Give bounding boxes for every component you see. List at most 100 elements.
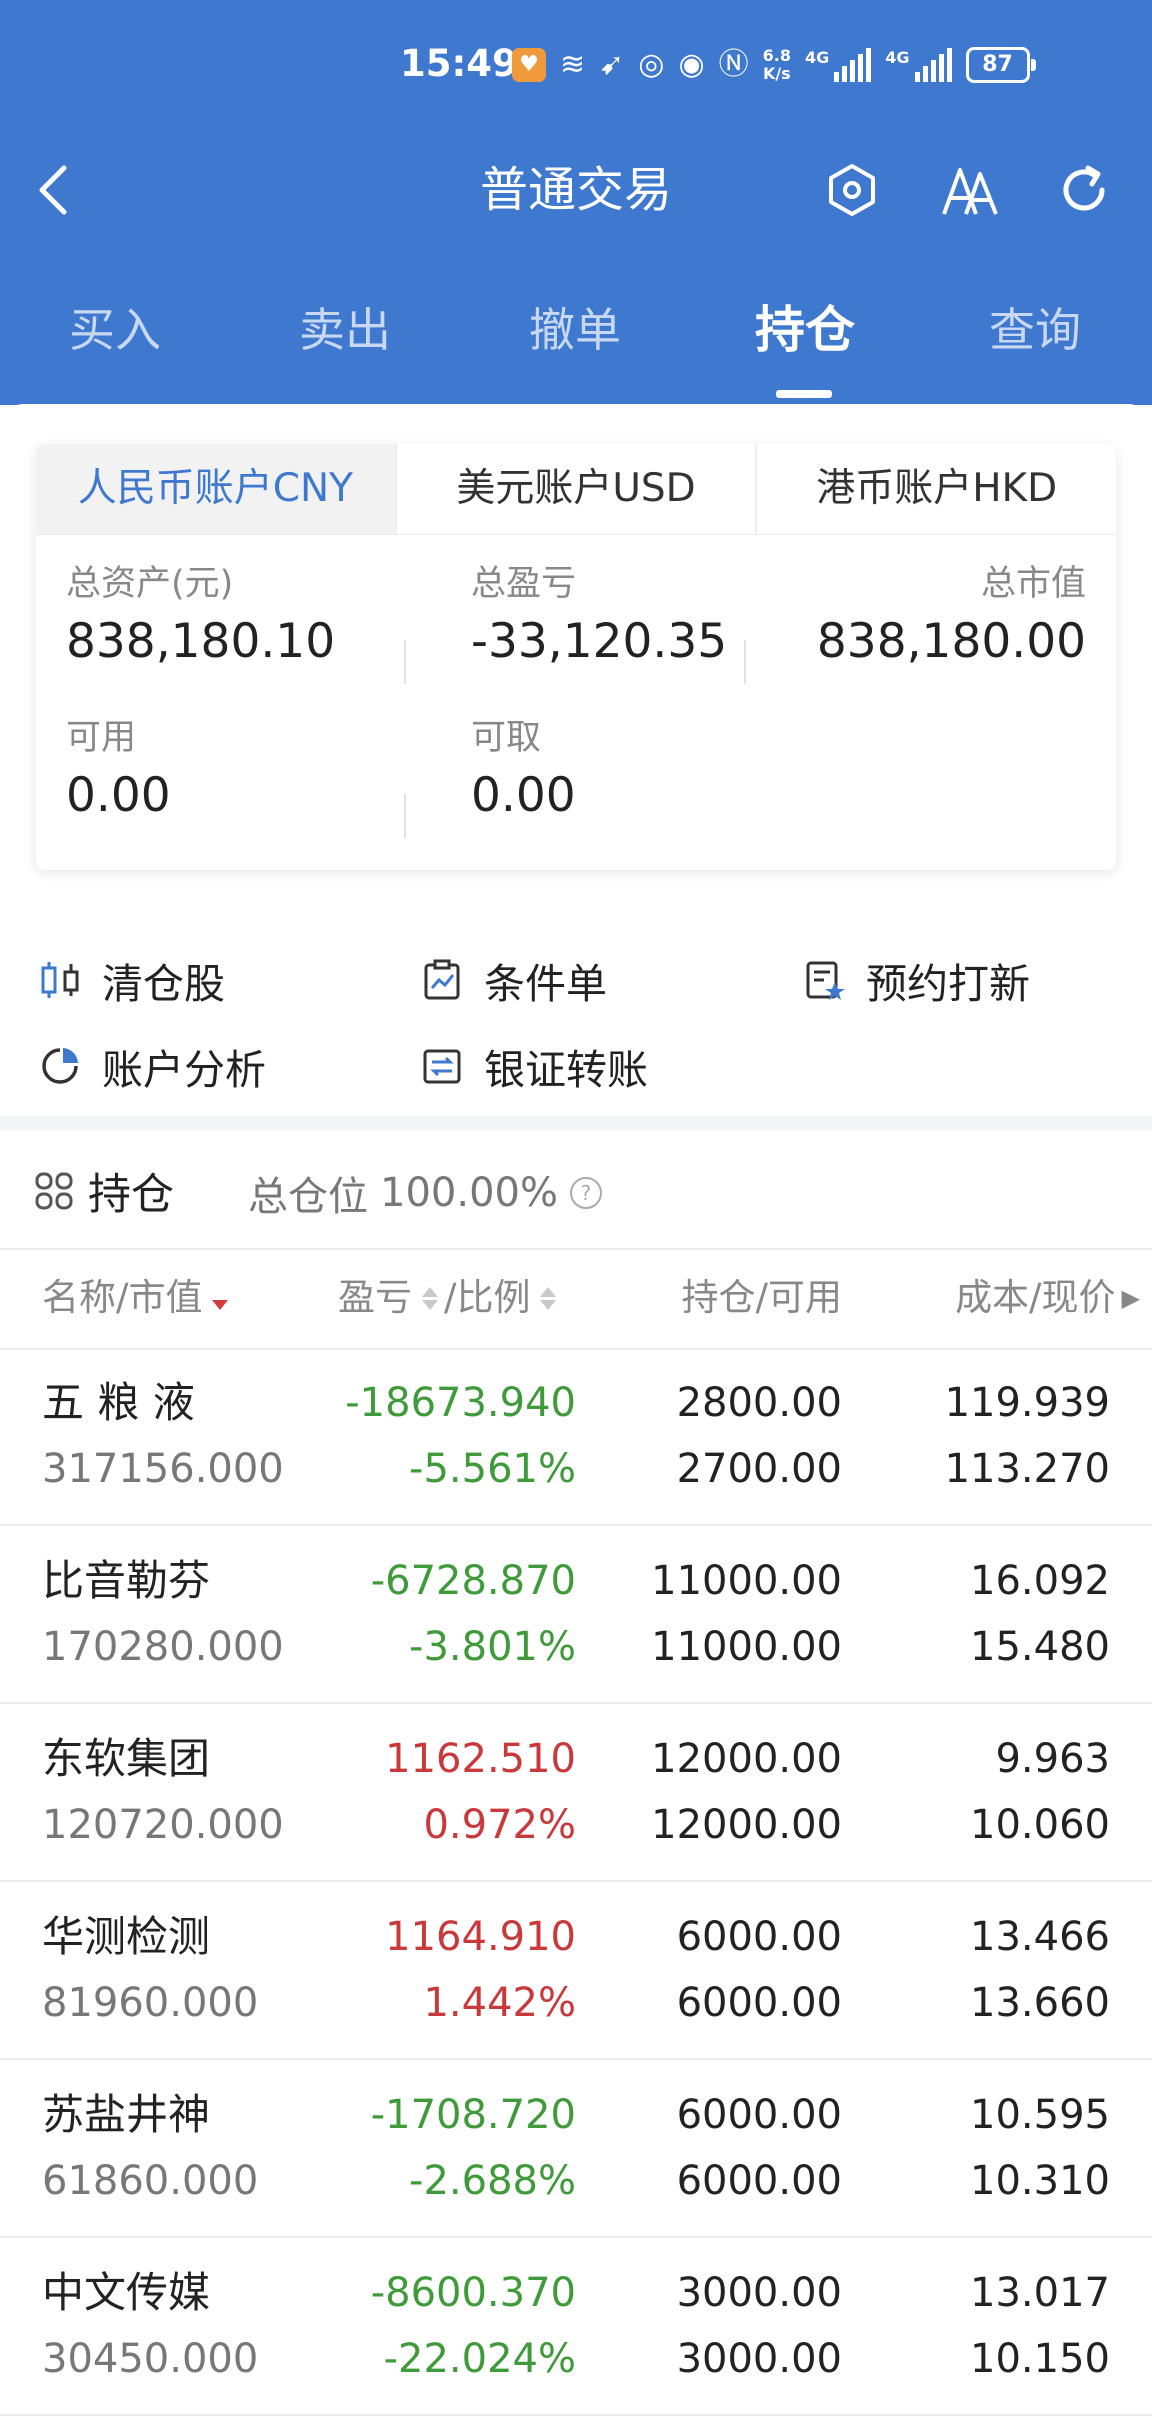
profit-loss: -8600.370 [370,2270,576,2316]
tab-cancel[interactable]: 撤单 [460,300,690,360]
column-pl-label: 盈亏 [338,1276,412,1319]
available-quantity: 3000.00 [676,2336,842,2382]
conditional-order-button[interactable]: 条件单 [420,950,607,1010]
bank-transfer-button[interactable]: 银证转账 [420,1036,648,1096]
available-quantity: 2700.00 [676,1446,842,1492]
total-position-ratio: 总仓位 100.00% ? [248,1164,602,1222]
net-speed: 6.8 K/s [763,47,791,83]
column-ratio-label: /比例 [444,1276,531,1319]
settings-hexagon-icon[interactable] [822,160,882,220]
column-cost-label: 成本/现价 [955,1276,1116,1319]
tab-query[interactable]: 查询 [920,300,1150,360]
position-row[interactable]: 五 粮 液 317156.000 -18673.940 -5.561% 2800.00 2… [0,1348,1152,1526]
column-name-market-value[interactable]: 名称/市值 [42,1276,229,1319]
total-assets: 总资产(元) 838,180.10 [66,562,335,672]
send-icon: ➹ [599,47,625,82]
available-quantity: 6000.00 [676,2158,842,2204]
current-price: 10.150 [970,2336,1110,2382]
holding-quantity: 6000.00 [676,2092,842,2138]
current-price: 10.060 [970,1802,1110,1848]
candlestick-icon [41,962,79,998]
column-cost-price[interactable]: 成本/现价 ▶ [955,1278,1140,1318]
positions-title-label: 持仓 [88,1170,174,1220]
cost-price: 119.939 [944,1380,1110,1426]
available-quantity: 11000.00 [651,1624,842,1670]
positions-list: 五 粮 液 317156.000 -18673.940 -5.561% 2800.00 2… [0,1348,1152,2416]
position-row[interactable]: 东软集团 120720.000 1162.510 0.972% 12000.00 1200… [0,1704,1152,1882]
tab-cny-account[interactable]: 人民币账户CNY [36,444,397,534]
holding-quantity: 3000.00 [676,2270,842,2316]
column-name-label: 名称/市值 [42,1276,203,1319]
cost-price: 9.963 [995,1736,1110,1782]
stock-name: 中文传媒 [42,2268,211,2317]
tab-usd-account[interactable]: 美元账户USD [397,444,758,534]
eye-icon: ◉ [678,47,705,82]
total-assets-label: 总资产(元) [66,564,234,604]
cost-price: 10.595 [970,2092,1110,2138]
net-speed-value: 6.8 [762,46,791,65]
tab-positions[interactable]: 持仓 [690,300,920,360]
position-row[interactable]: 中文传媒 30450.000 -8600.370 -22.024% 3000.00 300… [0,2238,1152,2416]
position-row[interactable]: 比音勒芬 170280.000 -6728.870 -3.801% 11000.00 11… [0,1526,1152,1704]
account-summary-card: 人民币账户CNY 美元账户USD 港币账户HKD 总资产(元) 838,180.… [36,444,1116,870]
divider [404,794,406,838]
clear-stock-button[interactable]: 清仓股 [38,950,225,1010]
position-row[interactable]: 苏盐井神 61860.000 -1708.720 -2.688% 6000.00 6000… [0,2060,1152,2238]
status-time: 15:49 [400,42,518,85]
total-pl-value: -33,120.35 [471,614,728,669]
divider [744,640,746,684]
column-profit-ratio[interactable]: 盈亏 /比例 [338,1276,557,1319]
current-price: 113.270 [944,1446,1110,1492]
positions-header: 持仓 总仓位 100.00% ? [0,1130,1152,1250]
content-sheet: 人民币账户CNY 美元账户USD 港币账户HKD 总资产(元) 838,180.… [0,404,1152,2416]
stock-name: 五 粮 液 [42,1378,195,1427]
net-4g-label-2: 4G [885,48,910,67]
positions-column-headers: 名称/市值 盈亏 /比例 持仓/可用 成本/现价 ▶ [0,1248,1152,1350]
header-bar: 15:49 ♥ ≋ ➹ ◎ ◉ Ⓝ 6.8 K/s 4G 4G 87 普通交易 … [0,0,1152,405]
profit-loss-ratio: -22.024% [383,2336,576,2382]
chevron-right-icon: ▶ [1121,1284,1140,1312]
tab-hkd-account[interactable]: 港币账户HKD [757,444,1116,534]
trade-tabs: 买入 卖出 撤单 持仓 查询 [0,290,1152,405]
holding-quantity: 2800.00 [676,1380,842,1426]
bank-transfer-label: 银证转账 [484,1046,648,1094]
tab-sell[interactable]: 卖出 [230,300,460,360]
account-analysis-button[interactable]: 账户分析 [38,1036,266,1096]
withdrawable-funds: 可取 0.00 [471,716,576,826]
sort-icon [540,1286,557,1310]
positions-title: 持仓 [34,1160,174,1222]
holding-quantity: 11000.00 [651,1558,842,1604]
tab-buy[interactable]: 买入 [0,300,230,360]
sort-icon [422,1286,438,1310]
total-position-value: 100.00% [380,1170,558,1216]
font-size-icon[interactable] [940,160,1000,220]
cost-price: 13.466 [970,1914,1110,1960]
document-star-icon [806,961,845,1000]
title-bar: 普通交易 [0,140,1152,240]
transfer-icon [423,1049,461,1084]
cost-price: 16.092 [970,1558,1110,1604]
current-price: 13.660 [970,1980,1110,2026]
withdrawable-value: 0.00 [471,768,576,823]
ipo-subscribe-button[interactable]: 预约打新 [802,950,1030,1010]
available-funds: 可用 0.00 [66,716,171,826]
total-pl: 总盈亏 -33,120.35 [471,562,727,672]
battery-icon: 87 [965,47,1036,83]
nfc-icon: Ⓝ [718,47,749,82]
refresh-icon[interactable] [1054,160,1114,220]
profit-loss-ratio: -5.561% [409,1446,576,1492]
position-row[interactable]: 华测检测 81960.000 1164.910 1.442% 6000.00 6000.0… [0,1882,1152,2060]
holding-quantity: 6000.00 [676,1914,842,1960]
total-assets-value: 838,180.10 [66,614,336,669]
clipboard-chart-icon [424,959,460,1000]
section-divider [0,1116,1152,1130]
app-notification-icon: ♥ [512,48,546,82]
help-icon[interactable]: ? [569,1177,602,1209]
profit-loss-ratio: 1.442% [423,1980,576,2026]
net-4g-label-1: 4G [805,48,830,67]
conditional-order-label: 条件单 [484,960,607,1008]
available-quantity: 6000.00 [676,1980,842,2026]
grid-icon [35,1172,73,1210]
column-hold-available: 持仓/可用 [682,1278,842,1318]
profit-loss: 1162.510 [385,1736,576,1782]
